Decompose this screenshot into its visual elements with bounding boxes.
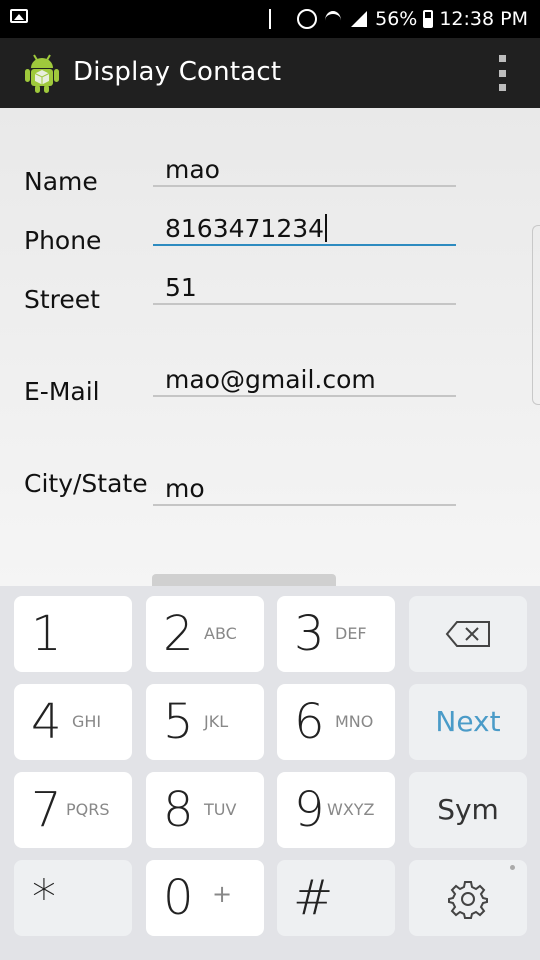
key-2[interactable]: 2 ABC (146, 596, 264, 672)
contact-form: Name mao Phone 8163471234 Street 51 E-Ma… (0, 108, 540, 586)
keyboard-handle[interactable] (152, 574, 336, 586)
gallery-notification-icon (10, 9, 28, 23)
city-state-label: City/State (24, 469, 148, 498)
key-2-label: 2 (163, 606, 194, 662)
key-9-letters: WXYZ (327, 800, 375, 819)
key-5-label: 5 (163, 694, 194, 750)
status-icons: 56% 12:38 PM (269, 6, 528, 32)
phone-field-value: 8163471234 (165, 214, 325, 243)
key-4-label: 4 (31, 694, 62, 750)
status-bar: 56% 12:38 PM (0, 0, 540, 38)
phone-field[interactable]: 8163471234 (153, 212, 456, 246)
street-label: Street (24, 285, 100, 314)
key-5-letters: JKL (204, 712, 229, 731)
next-key[interactable]: Next (409, 684, 527, 760)
key-7-letters: PQRS (66, 800, 110, 819)
key-3[interactable]: 3 DEF (277, 596, 395, 672)
key-0[interactable]: 0 + (146, 860, 264, 936)
backspace-icon (445, 621, 490, 647)
key-9[interactable]: 9 WXYZ (277, 772, 395, 848)
key-hash[interactable]: # (277, 860, 395, 936)
key-5[interactable]: 5 JKL (146, 684, 264, 760)
key-2-letters: ABC (204, 624, 237, 643)
action-bar: Display Contact (0, 38, 540, 108)
city-state-field[interactable]: mo (153, 472, 456, 506)
battery-percent: 56% (375, 8, 418, 30)
backspace-key[interactable] (409, 596, 527, 672)
email-field[interactable]: mao@gmail.com (153, 363, 456, 397)
key-3-letters: DEF (335, 624, 367, 643)
key-1[interactable]: 1 (14, 596, 132, 672)
key-4-letters: GHI (72, 712, 102, 731)
key-6-label: 6 (294, 694, 325, 750)
key-hash-label: # (293, 870, 334, 926)
clock: 12:38 PM (439, 8, 528, 30)
next-key-label: Next (435, 705, 501, 738)
indicator-dot (510, 865, 515, 870)
name-field[interactable]: mao (153, 153, 456, 187)
key-0-plus: + (212, 880, 233, 908)
key-7-label: 7 (31, 782, 62, 838)
phone-label: Phone (24, 226, 102, 255)
key-7[interactable]: 7 PQRS (14, 772, 132, 848)
key-9-label: 9 (294, 782, 325, 838)
key-8-letters: TUV (204, 800, 237, 819)
key-star-label: * (32, 870, 56, 926)
key-star[interactable]: * (14, 860, 132, 936)
key-1-label: 1 (31, 606, 62, 662)
android-app-icon (25, 54, 59, 93)
key-6[interactable]: 6 MNO (277, 684, 395, 760)
alarm-icon (297, 9, 318, 29)
numeric-keyboard: 1 2 ABC 3 DEF 4 GHI 5 JKL 6 MNO Next 7 P… (0, 586, 540, 960)
wifi-icon (323, 9, 343, 29)
key-4[interactable]: 4 GHI (14, 684, 132, 760)
name-label: Name (24, 167, 98, 196)
key-0-label: 0 (163, 870, 194, 926)
page-title: Display Contact (73, 57, 282, 87)
sym-key-label: Sym (437, 793, 499, 826)
key-6-letters: MNO (335, 712, 374, 731)
battery-icon (423, 10, 434, 28)
mute-icon (269, 9, 291, 29)
settings-key[interactable] (409, 860, 527, 936)
sym-key[interactable]: Sym (409, 772, 527, 848)
key-8-label: 8 (163, 782, 194, 838)
text-cursor (325, 214, 328, 242)
edge-panel-handle[interactable] (532, 225, 540, 405)
street-field[interactable]: 51 (153, 271, 456, 305)
email-label: E-Mail (24, 377, 100, 406)
key-3-label: 3 (294, 606, 325, 662)
settings-gear-icon (448, 881, 488, 919)
key-8[interactable]: 8 TUV (146, 772, 264, 848)
signal-icon (349, 9, 369, 29)
overflow-menu-icon[interactable] (499, 55, 507, 91)
